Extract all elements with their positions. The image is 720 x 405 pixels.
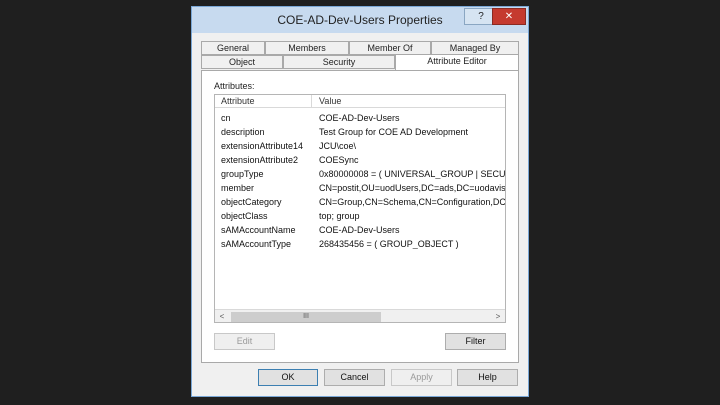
attribute-cell: member [221,183,255,193]
table-row[interactable]: objectCategory CN=Group,CN=Schema,CN=Conf… [215,195,505,209]
scroll-left-icon[interactable]: < [215,310,229,322]
help-button[interactable]: Help [457,369,518,386]
column-header-value[interactable]: Value [319,96,341,106]
value-cell: CN=postit,OU=uodUsers,DC=ads,DC=uodavis, [319,183,505,193]
horizontal-scrollbar[interactable]: < III > [215,309,505,322]
value-cell: CN=Group,CN=Schema,CN=Configuration,DC=a [319,197,505,207]
table-row[interactable]: sAMAccountType 268435456 = ( GROUP_OBJECT… [215,237,505,251]
scroll-right-icon[interactable]: > [491,310,505,322]
tab-managed-by[interactable]: Managed By [431,41,519,55]
attribute-cell: groupType [221,169,264,179]
tab-attribute-editor[interactable]: Attribute Editor [395,54,519,70]
tab-object[interactable]: Object [201,55,283,69]
attribute-cell: objectCategory [221,197,282,207]
title-bar[interactable]: COE-AD-Dev-Users Properties ? ✕ [192,7,528,33]
tab-general[interactable]: General [201,41,265,55]
scroll-thumb[interactable]: III [231,312,381,322]
table-row[interactable]: extensionAttribute14 JCU\coe\ [215,139,505,153]
attributes-list[interactable]: Attribute Value cn COE-AD-Dev-Users descr… [214,94,506,323]
value-cell: Test Group for COE AD Development [319,127,469,137]
column-divider[interactable] [311,95,312,107]
tab-security[interactable]: Security [283,55,395,69]
value-cell: top; group [319,211,360,221]
column-header-attribute[interactable]: Attribute [221,96,255,106]
attribute-cell: objectClass [221,211,268,221]
table-row[interactable]: sAMAccountName COE-AD-Dev-Users [215,223,505,237]
filter-button[interactable]: Filter [445,333,506,350]
value-cell: COE-AD-Dev-Users [319,113,400,123]
close-icon[interactable]: ✕ [492,8,526,25]
attributes-label: Attributes: [214,81,255,91]
attribute-cell: extensionAttribute2 [221,155,299,165]
table-row[interactable]: objectClass top; group [215,209,505,223]
value-cell: COE-AD-Dev-Users [319,225,400,235]
table-row[interactable]: cn COE-AD-Dev-Users [215,111,505,125]
value-cell: JCU\coe\ [319,141,357,151]
attribute-cell: cn [221,113,231,123]
value-cell: 0x80000008 = ( UNIVERSAL_GROUP | SECUR [319,169,505,179]
tab-members[interactable]: Members [265,41,349,55]
ok-button[interactable]: OK [258,369,318,386]
tab-member-of[interactable]: Member Of [349,41,431,55]
table-row[interactable]: groupType 0x80000008 = ( UNIVERSAL_GROUP … [215,167,505,181]
apply-button[interactable]: Apply [391,369,452,386]
cancel-button[interactable]: Cancel [324,369,385,386]
value-cell: 268435456 = ( GROUP_OBJECT ) [319,239,459,249]
list-header: Attribute Value [215,95,505,108]
table-row[interactable]: extensionAttribute2 COESync [215,153,505,167]
edit-button[interactable]: Edit [214,333,275,350]
table-row[interactable]: member CN=postit,OU=uodUsers,DC=ads,DC=uo… [215,181,505,195]
attribute-cell: description [221,127,265,137]
value-cell: COESync [319,155,359,165]
table-row[interactable]: description Test Group for COE AD Develop… [215,125,505,139]
attribute-cell: extensionAttribute14 [221,141,304,151]
attribute-cell: sAMAccountName [221,225,296,235]
attribute-cell: sAMAccountType [221,239,292,249]
